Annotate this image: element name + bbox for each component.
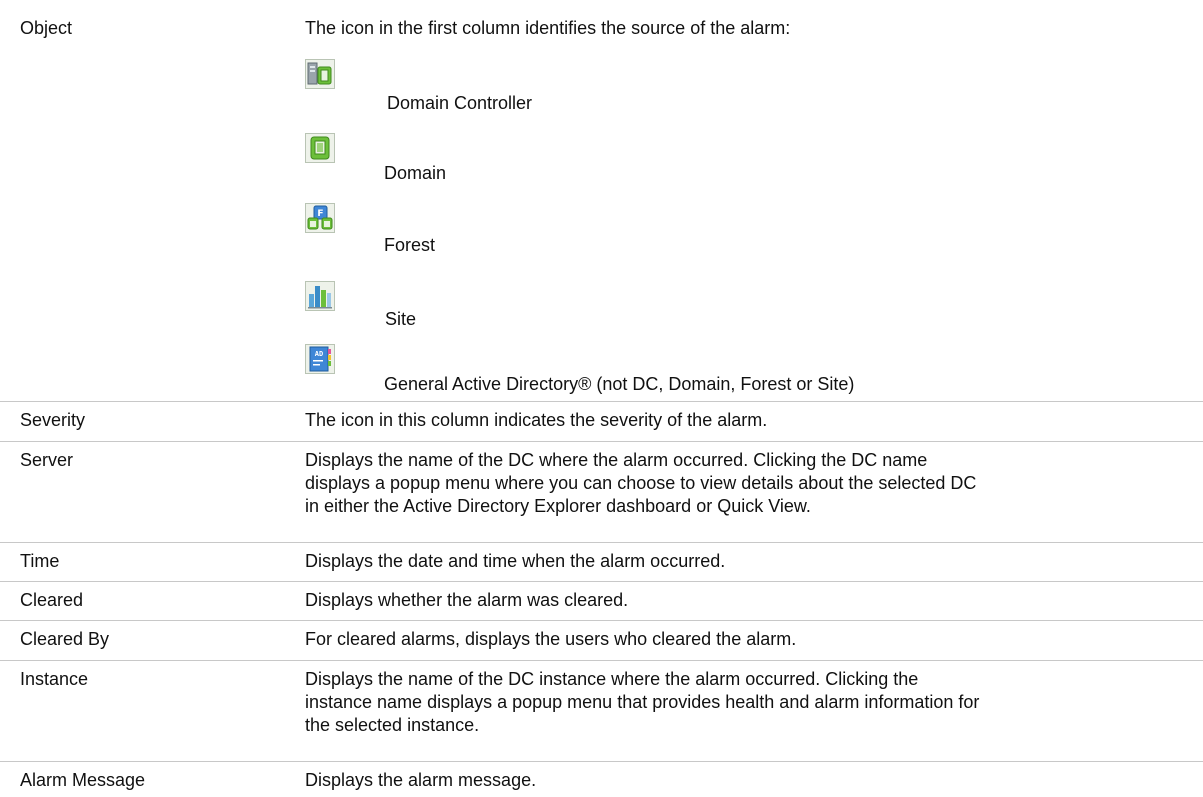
source-label-general-active-directory: General Active Directory® (not DC, Domai… xyxy=(384,374,855,394)
row-description: For cleared alarms, displays the users w… xyxy=(305,629,797,649)
source-label-domain: Domain xyxy=(384,163,447,183)
domain-controller-icon xyxy=(305,59,335,89)
forest-icon: F xyxy=(305,203,335,233)
description-line: the selected instance. xyxy=(305,715,480,735)
row-description: Displays whether the alarm was cleared. xyxy=(305,590,629,610)
svg-text:AD: AD xyxy=(315,350,323,358)
description-line: displays a popup menu where you can choo… xyxy=(305,473,977,493)
row-description: Displays the alarm message. xyxy=(305,770,537,790)
object-label: Object xyxy=(20,18,73,38)
row-label: Cleared By xyxy=(20,629,110,649)
description-line: instance name displays a popup menu that… xyxy=(305,692,980,712)
source-label-site: Site xyxy=(385,309,417,329)
table-row-instance: Instance Displays the name of the DC ins… xyxy=(0,660,1203,762)
row-label: Time xyxy=(20,551,60,571)
source-label-forest: Forest xyxy=(384,235,436,255)
site-icon xyxy=(305,281,335,311)
description-line: Displays the name of the DC instance whe… xyxy=(305,669,919,689)
row-label: Instance xyxy=(20,669,89,689)
row-description: Displays the date and time when the alar… xyxy=(305,551,726,571)
row-label: Cleared xyxy=(20,590,84,610)
object-description: The icon in the first column identifies … xyxy=(305,18,791,38)
table-row-severity: Severity The icon in this column indicat… xyxy=(0,401,1203,442)
object-row: Object The icon in the first column iden… xyxy=(0,0,1203,401)
row-label: Server xyxy=(20,450,74,470)
table-row-cleared-by: Cleared By For cleared alarms, displays … xyxy=(0,620,1203,661)
table-row-time: Time Displays the date and time when the… xyxy=(0,542,1203,582)
table-row-cleared: Cleared Displays whether the alarm was c… xyxy=(0,581,1203,621)
table-row-server: Server Displays the name of the DC where… xyxy=(0,441,1203,543)
general-active-directory-icon: AD xyxy=(305,344,335,374)
row-description: The icon in this column indicates the se… xyxy=(305,410,768,430)
table-row-alarm-message: Alarm Message Displays the alarm message… xyxy=(0,761,1203,797)
row-label: Severity xyxy=(20,410,86,430)
svg-text:F: F xyxy=(317,209,323,219)
row-description: Displays the name of the DC instance whe… xyxy=(305,668,1195,737)
row-label: Alarm Message xyxy=(20,770,146,790)
description-line: Displays the name of the DC where the al… xyxy=(305,450,928,470)
description-line: in either the Active Directory Explorer … xyxy=(305,496,811,516)
source-label-domain-controller: Domain Controller xyxy=(387,93,533,113)
row-description: Displays the name of the DC where the al… xyxy=(305,449,1195,518)
domain-icon xyxy=(305,133,335,163)
